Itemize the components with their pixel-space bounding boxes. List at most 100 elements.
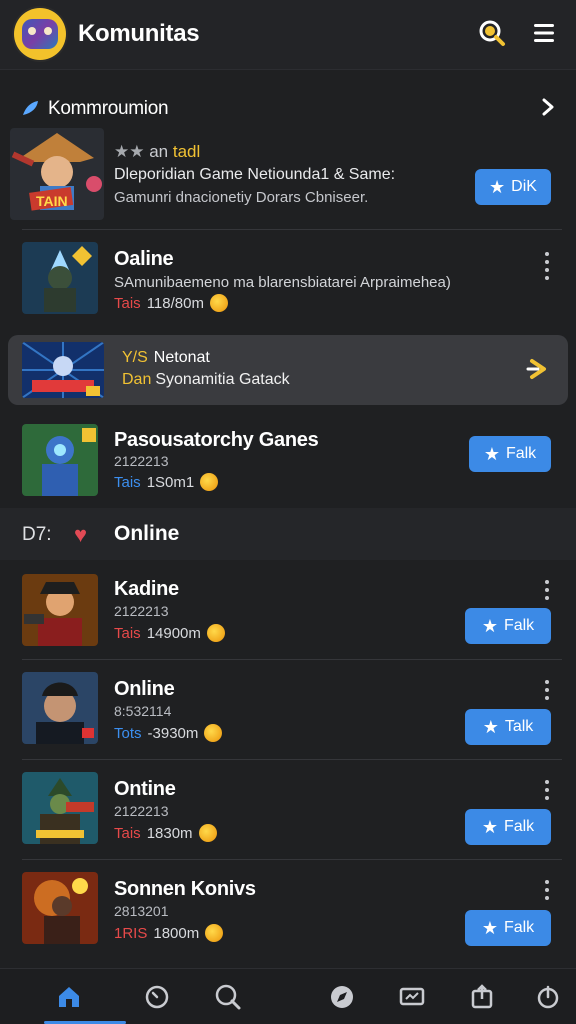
talk-button[interactable]: ★ Falk: [465, 608, 551, 644]
more-options-icon[interactable]: [544, 580, 550, 602]
divider: [22, 229, 562, 230]
divider: [22, 659, 562, 660]
page-title: Komunitas: [78, 20, 200, 47]
item-meta: Tais 14900m: [114, 624, 225, 642]
button-label: Falk: [503, 617, 535, 634]
arrow-right-icon[interactable]: [526, 357, 550, 381]
display-icon[interactable]: [398, 983, 426, 1011]
featured-description-line1: Dleporidian Game Netiounda1 & Same:: [114, 166, 396, 183]
section-title: Kommroumion: [48, 98, 169, 119]
star-icon: ★: [481, 918, 498, 938]
search-icon[interactable]: [214, 983, 242, 1011]
item-title: Pasousatorchy Ganes: [114, 429, 319, 451]
featured-action-button[interactable]: ★ DiK: [475, 169, 551, 205]
star-icon: ★★: [114, 142, 145, 161]
meta-tag: Tots: [114, 724, 142, 742]
more-options-icon[interactable]: [544, 252, 550, 280]
button-label: Falk: [503, 818, 535, 835]
button-label: Talk: [504, 718, 534, 735]
emoji-icon: [204, 724, 223, 742]
app-header: Komunitas: [0, 0, 576, 70]
button-label: Falk: [503, 919, 535, 936]
talk-button[interactable]: ★ Falk: [469, 436, 551, 472]
banner-thumbnail: [22, 342, 104, 398]
list-item[interactable]: Oaline SAmunibaemeno ma blarensbiatarei …: [0, 238, 576, 322]
list-item[interactable]: Sonnen Konivs 2813201 1RIS 1800m ★ Falk: [0, 868, 576, 960]
item-title: Kadine: [114, 578, 179, 600]
more-options-icon[interactable]: [544, 680, 550, 702]
emoji-icon: [198, 824, 217, 842]
game-thumbnail: [22, 424, 98, 496]
item-meta: 1RIS 1800m: [114, 924, 224, 942]
bottom-navigation: [0, 968, 576, 1024]
game-thumbnail: [22, 242, 98, 314]
category-row[interactable]: D7: ♥ Online: [0, 508, 576, 560]
more-options-icon[interactable]: [544, 780, 550, 802]
chevron-right-icon[interactable]: [540, 98, 556, 116]
emoji-icon: [205, 924, 224, 942]
emoji-icon: [200, 473, 219, 491]
rating-highlight: tadl: [172, 142, 201, 161]
game-thumbnail: [22, 872, 98, 944]
featured-description-line2: Gamunri dnacionetiy Dorars Cbniseer.: [114, 189, 369, 206]
meta-tag: 1RIS: [114, 924, 148, 942]
featured-card[interactable]: TAIN ★★ an tadl Dleporidian Game Netioun…: [0, 128, 576, 228]
banner-title-text: Netonat: [153, 349, 210, 366]
more-options-icon[interactable]: [544, 880, 550, 902]
heart-icon: ♥: [74, 522, 88, 547]
emoji-icon: [209, 294, 228, 312]
star-icon: ★: [483, 444, 500, 464]
talk-button[interactable]: ★ Talk: [465, 709, 551, 745]
meta-value: 1830m: [146, 824, 193, 842]
logo-avatar-icon: [22, 19, 58, 49]
share-icon[interactable]: [468, 983, 496, 1011]
category-label: Online: [114, 522, 180, 545]
meta-tag: Tais: [114, 824, 141, 842]
rating-text: an: [149, 142, 169, 161]
community-logo[interactable]: [14, 8, 66, 60]
meta-value: 14900m: [146, 624, 201, 642]
item-code: 2122213: [114, 803, 169, 819]
star-icon: ★: [482, 717, 499, 737]
highlight-banner[interactable]: Y/S Netonat Dan Syonamitia Gatack: [8, 335, 568, 405]
category-prefix: D7:: [22, 524, 52, 545]
meta-value: -3930m: [147, 724, 199, 742]
talk-button[interactable]: ★ Falk: [465, 809, 551, 845]
item-code: 2122213: [114, 603, 169, 619]
search-icon[interactable]: [478, 19, 506, 47]
compass-icon[interactable]: [328, 983, 356, 1011]
meta-tag: Tais: [114, 294, 141, 312]
section-header[interactable]: Kommroumion: [0, 84, 576, 132]
item-code: 2122213: [114, 453, 169, 469]
emoji-icon: [206, 624, 225, 642]
banner-subtitle-prefix: Dan: [122, 371, 152, 388]
item-code: 2813201: [114, 903, 169, 919]
button-label: Falk: [505, 445, 537, 462]
hamburger-menu-icon[interactable]: [532, 22, 556, 44]
meta-value: 1S0m1: [146, 473, 195, 491]
meta-value: 118/80m: [146, 294, 204, 312]
list-item[interactable]: Pasousatorchy Ganes 2122213 Tais 1S0m1 ★…: [0, 418, 576, 502]
star-icon: ★: [481, 817, 498, 837]
meta-tag: Tais: [114, 624, 141, 642]
list-item[interactable]: Kadine 2122213 Tais 14900m ★ Falk: [0, 568, 576, 660]
list-item[interactable]: Ontine 2122213 Tais 1830m ★ Falk: [0, 768, 576, 860]
leaf-icon: [23, 101, 38, 115]
home-icon[interactable]: [55, 983, 83, 1011]
button-label: DiK: [511, 178, 537, 195]
clock-icon[interactable]: [143, 983, 171, 1011]
item-code: 8:532114: [114, 703, 172, 719]
svg-text:TAIN: TAIN: [36, 193, 68, 209]
item-meta: Tais 1S0m1: [114, 473, 219, 491]
star-icon: ★: [489, 177, 506, 197]
item-title: Online: [114, 678, 175, 700]
item-title: Oaline: [114, 248, 174, 270]
banner-subtitle: Dan Syonamitia Gatack: [122, 371, 290, 389]
talk-button[interactable]: ★ Falk: [465, 910, 551, 946]
game-thumbnail: [22, 772, 98, 844]
game-thumbnail: [22, 574, 98, 646]
divider: [22, 859, 562, 860]
list-item[interactable]: Online 8:532114 Tots -3930m ★ Talk: [0, 668, 576, 760]
power-icon[interactable]: [534, 983, 562, 1011]
meta-value: 1800m: [153, 924, 200, 942]
